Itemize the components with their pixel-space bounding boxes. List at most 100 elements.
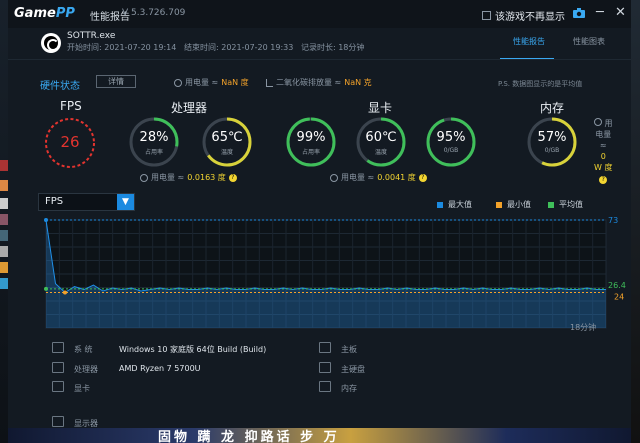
- fps-chart[interactable]: 73 26.44 24: [36, 215, 626, 335]
- gpu-memory-label: 0/GB: [443, 147, 459, 154]
- taskbar-thumbnail[interactable]: [0, 160, 8, 171]
- system-icon: [52, 342, 64, 353]
- system-value: Windows 10 家庭版 64位 Build (Build): [119, 345, 267, 354]
- gpu-memory-value: 95%: [436, 130, 466, 145]
- taskbar-thumbnail[interactable]: [0, 262, 8, 273]
- ad-text: 固物 蹒 龙 抑路话 步 万: [158, 430, 340, 443]
- system-label: 系 统: [74, 345, 93, 354]
- taskbar-thumbnail[interactable]: [0, 246, 8, 257]
- help-icon[interactable]: [594, 118, 602, 126]
- checkbox-icon[interactable]: [482, 11, 491, 20]
- question-icon[interactable]: ?: [599, 176, 608, 184]
- memory-power: 用 电量 ≈ 0 W 度 ?: [594, 118, 613, 184]
- tab-performance-report[interactable]: 性能报告: [513, 36, 545, 47]
- memory-usage-value: 57%: [537, 130, 567, 145]
- monitor-icon: [52, 416, 64, 427]
- memory-usage-label: 0/GB: [544, 147, 560, 154]
- leaf-icon: [266, 78, 273, 87]
- avg-value-label: 26.44: [608, 281, 626, 290]
- cpu-value: AMD Ryzen 7 5700U: [119, 364, 201, 373]
- power-usage-value: NaN 度: [221, 78, 249, 87]
- legend-swatch: [548, 201, 554, 208]
- help-icon[interactable]: [330, 173, 338, 182]
- title-bar[interactable]: GamePP 性能报告 V 5.3.726.709 该游戏不再显示 ─ ✕: [8, 0, 631, 28]
- gpu-icon: [52, 381, 64, 392]
- metric-select[interactable]: FPS ▼: [38, 193, 135, 211]
- memory-usage-gauge: 57% 0/GB: [526, 116, 578, 168]
- disk-icon: [319, 362, 331, 373]
- help-icon[interactable]: [140, 173, 148, 182]
- version-label: V 5.3.726.709: [122, 8, 186, 18]
- disk-label: 主硬盘: [341, 365, 365, 374]
- game-icon: [41, 33, 61, 53]
- gpu-power-value: 0.0041 度: [377, 173, 416, 182]
- memory-power-value: W 度: [594, 163, 613, 172]
- gpu-label: 显卡: [74, 384, 90, 393]
- co2-value: NaN 克: [344, 78, 372, 87]
- legend-avg: 平均值: [548, 199, 583, 210]
- details-button[interactable]: 详情: [96, 75, 136, 88]
- gpu-temp-gauge: 60℃ 温度: [355, 116, 407, 168]
- gpu-usage-gauge: 99% 占用率: [285, 116, 337, 168]
- power-usage: 用电量 ≈ NaN 度: [174, 77, 249, 88]
- legend-swatch: [437, 201, 443, 208]
- duration: 18分钟: [338, 43, 365, 52]
- cpu-icon: [52, 362, 64, 373]
- dont-show-label: 该游戏不再显示: [495, 12, 565, 23]
- divider: [8, 59, 631, 60]
- taskbar-thumbnail[interactable]: [0, 230, 8, 241]
- taskbar-thumbnail[interactable]: [0, 214, 8, 225]
- motherboard-label: 主板: [341, 345, 357, 354]
- ram-icon: [319, 381, 331, 392]
- background-left-strip: [0, 0, 8, 443]
- cpu-temp-gauge: 65℃ 温度: [201, 116, 253, 168]
- taskbar-thumbnail[interactable]: [0, 198, 8, 209]
- cpu-label: 处理器: [74, 365, 98, 374]
- legend-min: 最小值: [496, 199, 531, 210]
- max-point: [44, 218, 48, 222]
- gpu-temp-label: 温度: [374, 149, 387, 156]
- average-note: P.S. 数据图显示的是平均值: [498, 80, 583, 88]
- gpu-usage-label: 占用率: [301, 149, 320, 156]
- chart-duration-label: 18分钟: [570, 323, 597, 332]
- end-time: 2021-07-20 19:33: [221, 43, 294, 52]
- close-button[interactable]: ✕: [615, 6, 626, 20]
- cpu-power: 用电量 ≈ 0.0163 度 ?: [140, 172, 237, 183]
- gpu-usage-value: 99%: [296, 130, 326, 145]
- question-icon[interactable]: ?: [418, 173, 427, 182]
- tab-performance-chart[interactable]: 性能图表: [573, 36, 605, 47]
- cpu-usage-value: 28%: [139, 130, 169, 145]
- session-times: 开始时间: 2021-07-20 19:14 结束时间: 2021-07-20 …: [67, 43, 365, 52]
- fps-gauge: 26: [43, 116, 97, 170]
- chevron-down-icon[interactable]: ▼: [117, 194, 134, 210]
- help-icon[interactable]: [174, 78, 182, 87]
- ram-label: 内存: [341, 384, 357, 393]
- cpu-usage-gauge: 28% 占用率: [128, 116, 180, 168]
- gamepp-logo: GamePP: [14, 6, 75, 21]
- minimize-button[interactable]: ─: [596, 6, 604, 20]
- cpu-section-title: 处理器: [171, 101, 208, 115]
- max-value-label: 73: [608, 216, 618, 225]
- game-name: SOTTR.exe: [67, 31, 116, 41]
- camera-icon[interactable]: [573, 8, 585, 18]
- taskbar-thumbnail[interactable]: [0, 278, 8, 289]
- gpu-power: 用电量 ≈ 0.0041 度 ?: [330, 172, 427, 183]
- gpu-section-title: 显卡: [368, 101, 393, 115]
- performance-report-window: GamePP 性能报告 V 5.3.726.709 该游戏不再显示 ─ ✕ SO…: [8, 0, 631, 428]
- taskbar-thumbnail[interactable]: [0, 180, 8, 191]
- legend-swatch: [496, 201, 502, 208]
- fps-section-title: FPS: [60, 99, 82, 113]
- co2-emission: 二氧化碳排放量 ≈ NaN 克: [266, 77, 372, 88]
- fps-value: 26: [60, 133, 80, 151]
- background-right-strip: [631, 0, 640, 443]
- cpu-usage-label: 占用率: [144, 149, 163, 156]
- metric-select-value: FPS: [45, 196, 64, 207]
- dont-show-checkbox[interactable]: 该游戏不再显示: [482, 8, 565, 23]
- start-time: 2021-07-20 19:14: [104, 43, 177, 52]
- monitor-label: 显示器: [74, 419, 98, 428]
- cpu-power-value: 0.0163 度: [187, 173, 226, 182]
- min-point: [62, 290, 67, 295]
- legend-max: 最大值: [437, 199, 472, 210]
- background-ad-banner: 固物 蹒 龙 抑路话 步 万: [8, 428, 631, 443]
- question-icon[interactable]: ?: [228, 173, 237, 182]
